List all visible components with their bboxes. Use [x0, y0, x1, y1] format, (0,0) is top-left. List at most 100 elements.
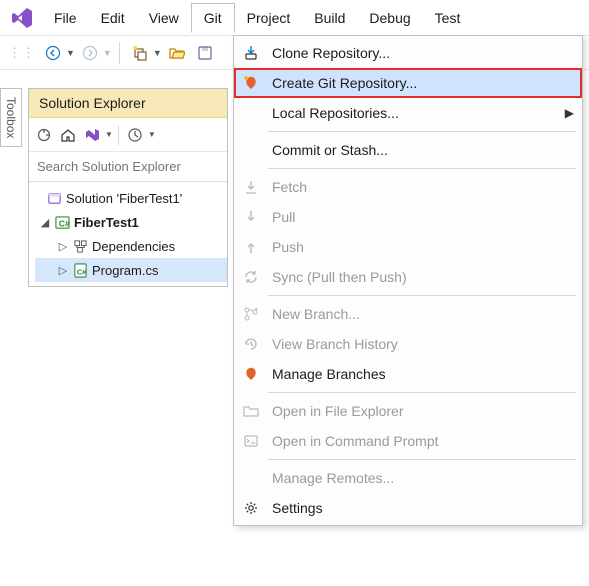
project-node[interactable]: ◢ C# FiberTest1 — [35, 210, 227, 234]
menu-separator — [268, 131, 576, 132]
git-menu-dropdown: Clone Repository... Create Git Repositor… — [233, 35, 583, 526]
open-button[interactable] — [164, 40, 190, 66]
dependencies-icon — [73, 239, 88, 254]
dependencies-node[interactable]: ▷ Dependencies — [35, 234, 227, 258]
menubar: File Edit View Git Project Build Debug T… — [0, 0, 589, 36]
menu-git[interactable]: Git — [191, 3, 235, 33]
file-node[interactable]: ▷ C# Program.cs — [35, 258, 227, 282]
menu-create-git-repository[interactable]: Create Git Repository... — [234, 68, 582, 98]
menu-label: Fetch — [272, 179, 307, 195]
menu-pull: Pull — [234, 202, 582, 232]
dropdown-chevron-icon[interactable]: ▼ — [66, 48, 75, 58]
save-button[interactable] — [192, 40, 218, 66]
menu-push: Push — [234, 232, 582, 262]
solution-node[interactable]: Solution 'FiberTest1' — [35, 186, 227, 210]
panel-toolbar: ▼ ▼ — [29, 118, 227, 152]
menu-manage-branches[interactable]: Manage Branches — [234, 359, 582, 389]
toolbar-grip-icon: ⋮⋮ — [8, 45, 36, 61]
search-input[interactable] — [29, 152, 227, 182]
menu-test[interactable]: Test — [423, 4, 473, 32]
toolbar-separator — [118, 125, 119, 145]
menu-build[interactable]: Build — [302, 4, 357, 32]
menu-edit[interactable]: Edit — [89, 4, 137, 32]
menu-clone-repository[interactable]: Clone Repository... — [234, 38, 582, 68]
sync-views-button[interactable] — [33, 124, 55, 146]
menu-label: Open in File Explorer — [272, 403, 404, 419]
menu-manage-remotes: Manage Remotes... — [234, 463, 582, 493]
home-button[interactable] — [57, 124, 79, 146]
menu-label: Commit or Stash... — [272, 142, 388, 158]
menu-settings[interactable]: Settings — [234, 493, 582, 523]
menu-project[interactable]: Project — [235, 4, 303, 32]
toolbox-tab[interactable]: Toolbox — [0, 88, 22, 147]
blank-icon — [240, 102, 262, 124]
menu-label: Sync (Pull then Push) — [272, 269, 407, 285]
nav-forward-button[interactable] — [77, 40, 103, 66]
clone-icon — [240, 42, 262, 64]
collapse-icon[interactable]: ◢ — [39, 216, 51, 229]
new-item-button[interactable] — [127, 40, 153, 66]
menu-fetch: Fetch — [234, 172, 582, 202]
sync-icon — [240, 266, 262, 288]
submenu-chevron-icon: ▶ — [565, 106, 574, 120]
tree-label: FiberTest1 — [74, 215, 139, 230]
pull-icon — [240, 206, 262, 228]
prompt-icon — [240, 430, 262, 452]
menu-open-file-explorer: Open in File Explorer — [234, 396, 582, 426]
pending-changes-button[interactable] — [124, 124, 146, 146]
solution-icon — [47, 191, 62, 206]
dropdown-chevron-icon[interactable]: ▼ — [148, 130, 156, 139]
menu-label: Create Git Repository... — [272, 75, 417, 91]
menu-label: Settings — [272, 500, 323, 516]
push-icon — [240, 236, 262, 258]
menu-view-branch-history: View Branch History — [234, 329, 582, 359]
menu-separator — [268, 459, 576, 460]
folder-icon — [240, 400, 262, 422]
history-icon — [240, 333, 262, 355]
create-repo-icon — [240, 72, 262, 94]
solution-explorer-panel: Solution Explorer ▼ ▼ Solution 'FiberTes… — [28, 88, 228, 287]
menu-label: Manage Remotes... — [272, 470, 394, 486]
branches-icon — [240, 363, 262, 385]
menu-local-repositories[interactable]: Local Repositories... ▶ — [234, 98, 582, 128]
dropdown-chevron-icon: ▼ — [103, 48, 112, 58]
svg-text:C#: C# — [77, 267, 87, 276]
menu-view[interactable]: View — [137, 4, 191, 32]
menu-label: View Branch History — [272, 336, 398, 352]
menu-commit-or-stash[interactable]: Commit or Stash... — [234, 135, 582, 165]
fetch-icon — [240, 176, 262, 198]
menu-open-command-prompt: Open in Command Prompt — [234, 426, 582, 456]
dropdown-chevron-icon[interactable]: ▼ — [153, 48, 162, 58]
nav-back-button[interactable] — [40, 40, 66, 66]
tree-label: Program.cs — [92, 263, 158, 278]
tree-label: Solution 'FiberTest1' — [66, 191, 182, 206]
expand-icon[interactable]: ▷ — [57, 264, 69, 277]
menu-separator — [268, 295, 576, 296]
solution-tree: Solution 'FiberTest1' ◢ C# FiberTest1 ▷ … — [29, 182, 227, 286]
blank-icon — [240, 467, 262, 489]
menu-label: Clone Repository... — [272, 45, 390, 61]
svg-text:C#: C# — [59, 218, 70, 228]
menu-label: Open in Command Prompt — [272, 433, 439, 449]
menu-label: Push — [272, 239, 304, 255]
new-branch-icon — [240, 303, 262, 325]
menu-file[interactable]: File — [42, 4, 89, 32]
switch-views-button[interactable] — [81, 124, 103, 146]
menu-label: Manage Branches — [272, 366, 386, 382]
menu-label: New Branch... — [272, 306, 360, 322]
menu-label: Local Repositories... — [272, 105, 399, 121]
tree-label: Dependencies — [92, 239, 175, 254]
blank-icon — [240, 139, 262, 161]
menu-sync: Sync (Pull then Push) — [234, 262, 582, 292]
menu-new-branch: New Branch... — [234, 299, 582, 329]
panel-title: Solution Explorer — [29, 89, 227, 118]
toolbar-separator — [119, 42, 120, 64]
menu-debug[interactable]: Debug — [357, 4, 422, 32]
menu-label: Pull — [272, 209, 295, 225]
csharp-project-icon: C# — [55, 215, 70, 230]
menu-separator — [268, 168, 576, 169]
expand-icon[interactable]: ▷ — [57, 240, 69, 253]
gear-icon — [240, 497, 262, 519]
dropdown-chevron-icon[interactable]: ▼ — [105, 130, 113, 139]
menu-separator — [268, 392, 576, 393]
